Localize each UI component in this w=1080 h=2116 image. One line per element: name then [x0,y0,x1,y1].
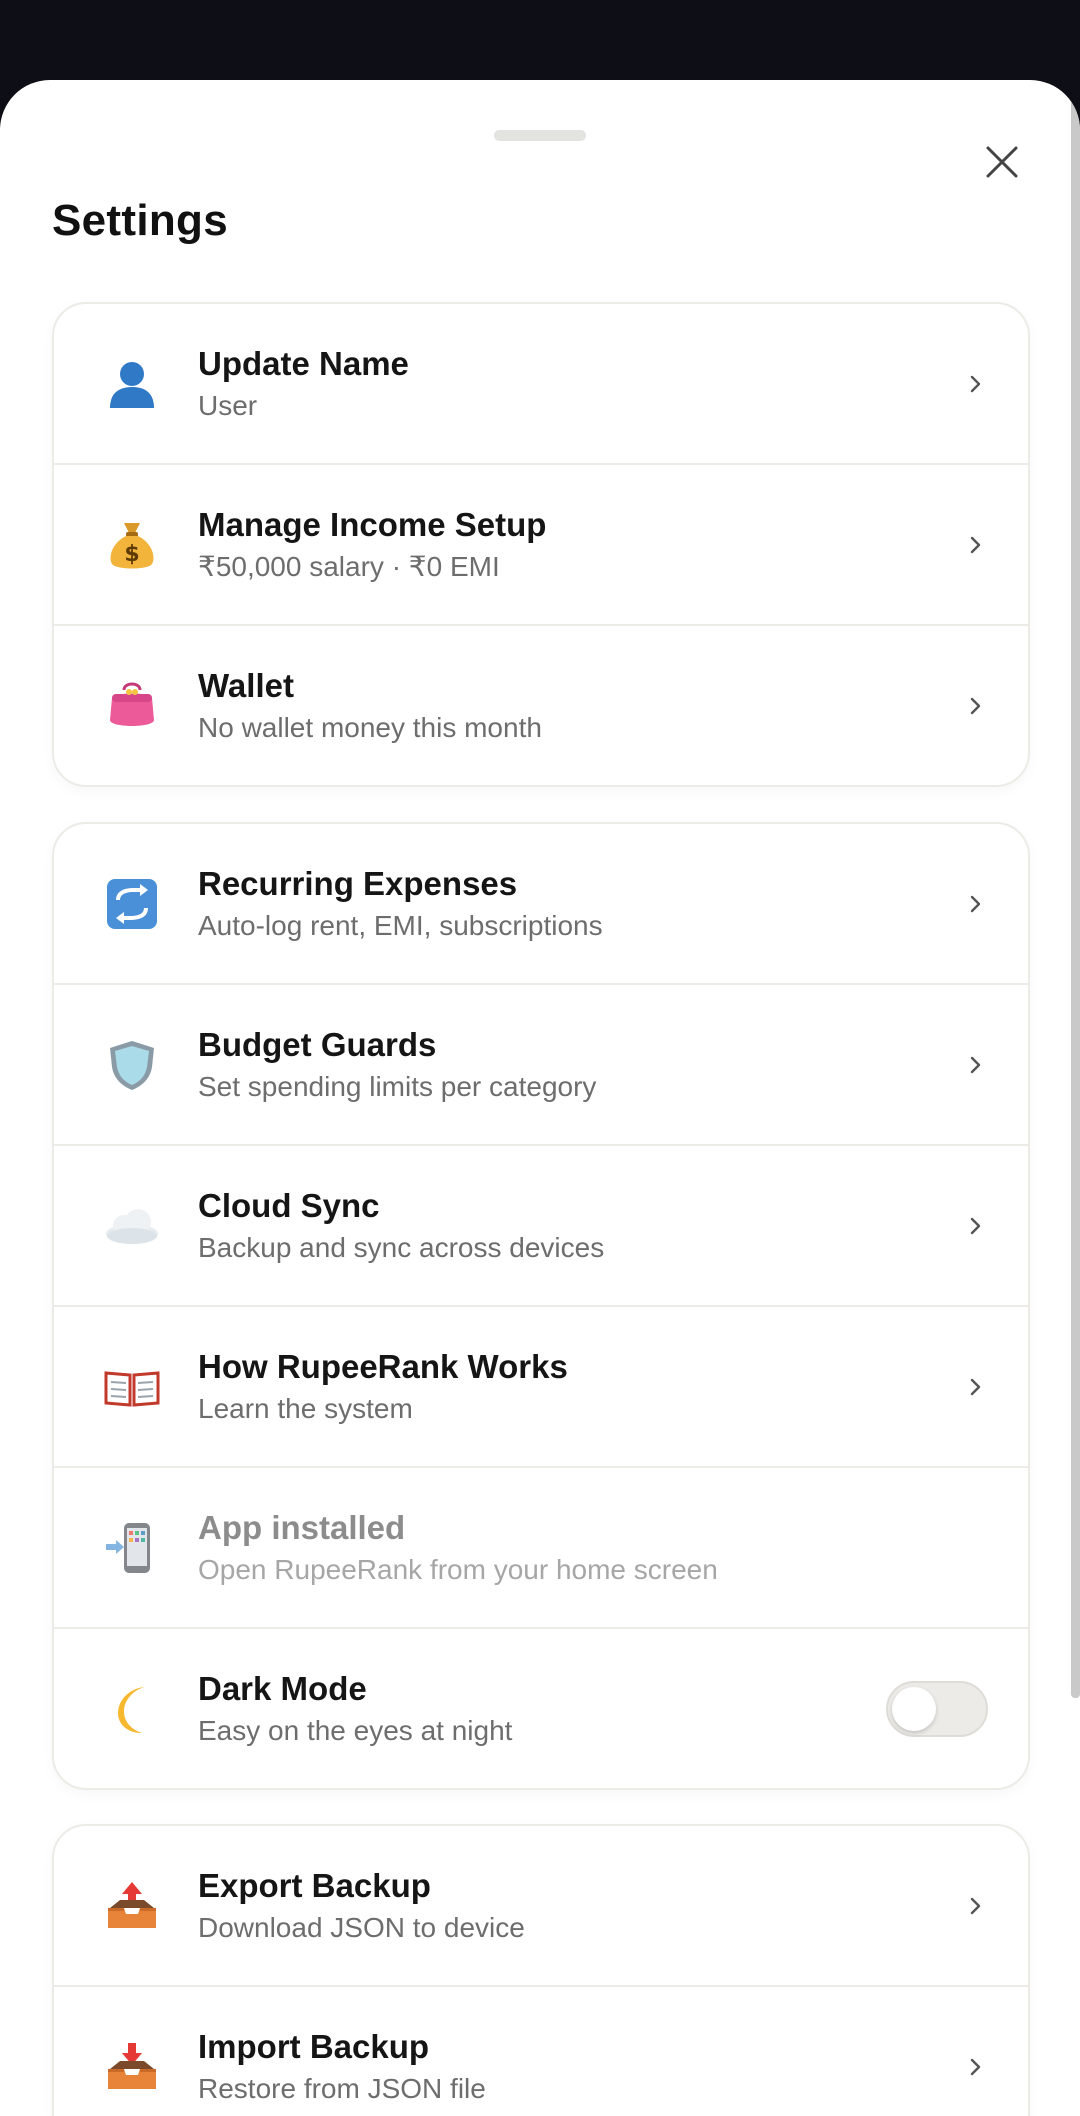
chevron-right-icon [966,530,986,560]
toggle-knob [892,1686,936,1731]
row-subtitle: Auto-log rent, EMI, subscriptions [198,910,603,941]
row-label: Manage Income Setup [198,506,547,543]
install-phone-icon [102,1518,162,1578]
chevron-right-icon [966,889,986,919]
row-subtitle: Learn the system [198,1393,413,1424]
cloud-icon [102,1196,162,1256]
chevron-right-icon [966,1372,986,1402]
row-label: How RupeeRank Works [198,1348,568,1385]
user-bust-icon [102,354,162,414]
row-subtitle: Backup and sync across devices [198,1232,605,1263]
money-bag-icon: $ [102,515,162,575]
close-button[interactable] [972,132,1032,192]
chevron-right-icon [966,2052,986,2082]
feature-settings-card: Recurring Expenses Auto-log rent, EMI, s… [52,822,1030,1790]
row-label: Update Name [198,345,409,382]
close-icon [986,146,1018,178]
purse-icon [102,676,162,736]
settings-row-update-name[interactable]: Update Name User [54,304,1028,465]
crescent-moon-icon [102,1679,162,1739]
chevron-right-icon [966,1050,986,1080]
row-label: Cloud Sync [198,1187,380,1224]
row-subtitle: Open RupeeRank from your home screen [198,1554,718,1585]
row-subtitle: ₹50,000 salary · ₹0 EMI [198,551,500,582]
row-label: Budget Guards [198,1026,437,1063]
row-label: Import Backup [198,2028,430,2065]
chevron-right-icon [966,369,986,399]
row-label: Recurring Expenses [198,865,518,902]
row-subtitle: Easy on the eyes at night [198,1715,513,1746]
page-title: Settings [52,196,228,245]
row-subtitle: Restore from JSON file [198,2073,486,2104]
backup-settings-card: Export Backup Download JSON to device Im… [52,1824,1030,2116]
drag-handle[interactable] [494,130,586,141]
row-subtitle: User [198,390,258,421]
row-subtitle: No wallet money this month [198,712,542,743]
settings-row-export-backup[interactable]: Export Backup Download JSON to device [54,1826,1028,1987]
settings-sheet: Settings Update Name User $ Manage Incom… [0,80,1080,2116]
settings-row-income-setup[interactable]: $ Manage Income Setup ₹50,000 salary · ₹… [54,465,1028,626]
scrollbar[interactable] [1071,80,1080,1698]
settings-row-budget-guards[interactable]: Budget Guards Set spending limits per ca… [54,985,1028,1146]
svg-text:$: $ [124,542,139,567]
settings-row-dark-mode: Dark Mode Easy on the eyes at night [54,1629,1028,1788]
row-label: Dark Mode [198,1670,367,1707]
settings-row-wallet[interactable]: Wallet No wallet money this month [54,626,1028,785]
settings-row-app-installed: App installed Open RupeeRank from your h… [54,1468,1028,1629]
settings-row-recurring-expenses[interactable]: Recurring Expenses Auto-log rent, EMI, s… [54,824,1028,985]
chevron-right-icon [966,1891,986,1921]
settings-row-how-it-works[interactable]: How RupeeRank Works Learn the system [54,1307,1028,1468]
account-settings-card: Update Name User $ Manage Income Setup ₹… [52,302,1030,787]
chevron-right-icon [966,691,986,721]
row-label: Export Backup [198,1867,431,1904]
dark-mode-toggle[interactable] [886,1680,988,1737]
chevron-right-icon [966,1211,986,1241]
recurring-arrows-icon [102,874,162,934]
inbox-tray-icon [102,2037,162,2097]
open-book-icon [102,1357,162,1417]
settings-row-cloud-sync[interactable]: Cloud Sync Backup and sync across device… [54,1146,1028,1307]
shield-icon [102,1035,162,1095]
outbox-tray-icon [102,1876,162,1936]
row-subtitle: Set spending limits per category [198,1071,597,1102]
settings-row-import-backup[interactable]: Import Backup Restore from JSON file [54,1987,1028,2116]
row-label: App installed [198,1509,406,1546]
row-subtitle: Download JSON to device [198,1912,525,1943]
row-label: Wallet [198,667,294,704]
